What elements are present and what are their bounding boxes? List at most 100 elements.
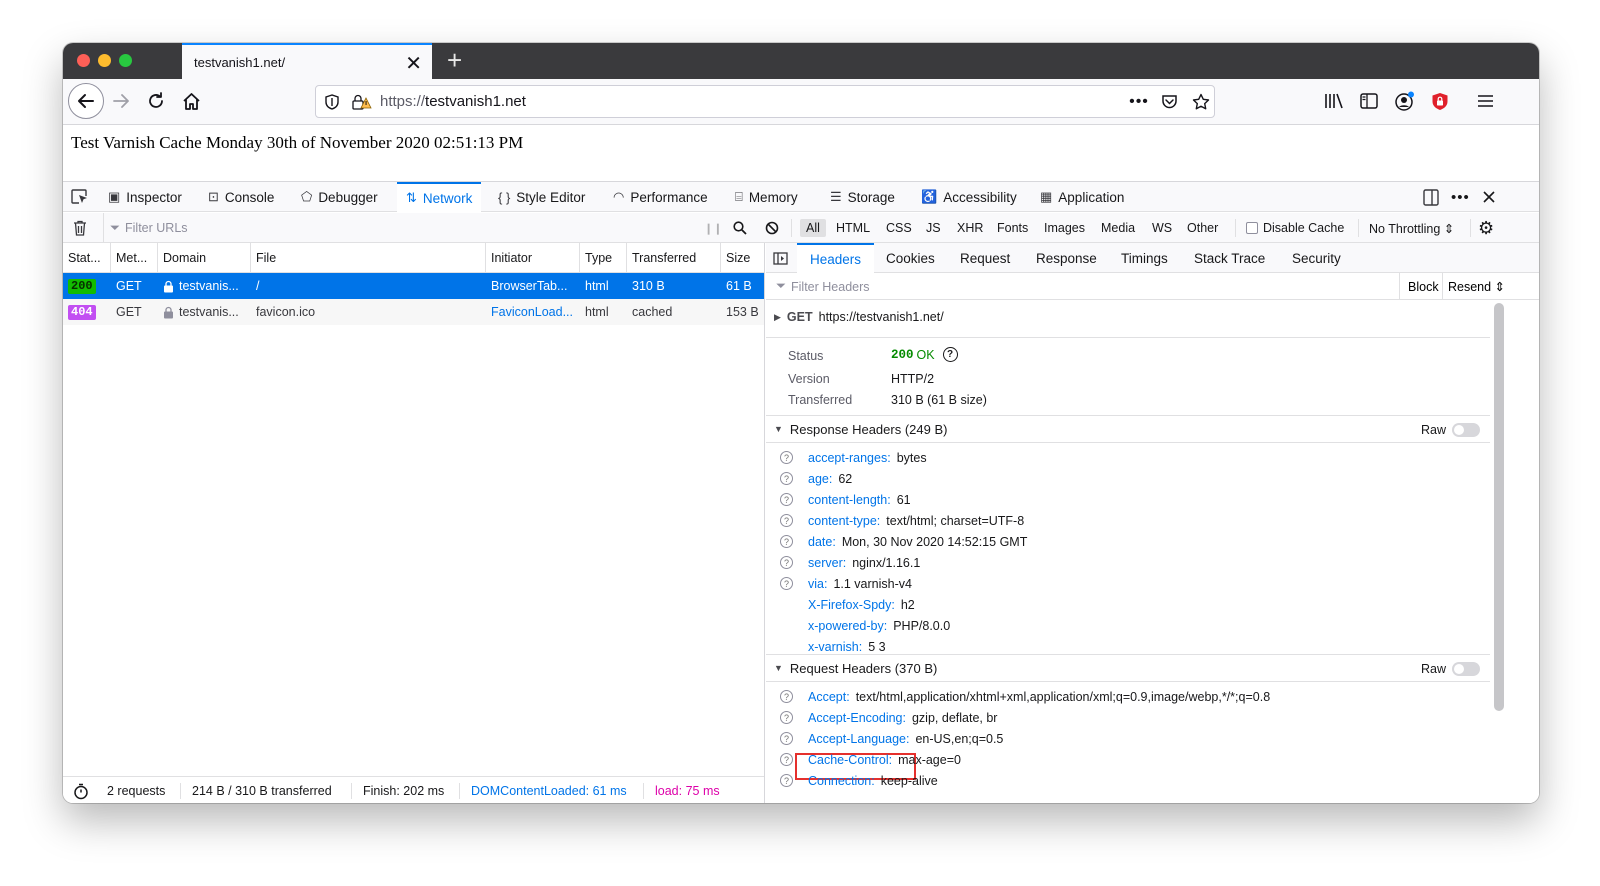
help-question-icon[interactable]: ? xyxy=(780,732,793,745)
request-row[interactable]: 404 GET testvanis... favicon.ico Favicon… xyxy=(63,299,764,325)
menu-button[interactable] xyxy=(1474,90,1496,112)
tab-inspector[interactable]: ▣ Inspector xyxy=(108,182,182,212)
filter-all[interactable]: All xyxy=(800,219,826,237)
header-row[interactable]: ? age: 62 xyxy=(766,468,1490,489)
request-summary[interactable]: ▶ GET https://testvanish1.net/ xyxy=(774,310,944,324)
help-question-icon[interactable]: ? xyxy=(780,556,793,569)
help-question-icon[interactable]: ? xyxy=(780,711,793,724)
filter-urls-input[interactable]: ⏷ Filter URLs xyxy=(103,213,693,243)
url-text[interactable]: https://testvanish1.net xyxy=(380,93,526,110)
tab-console[interactable]: ⊡ Console xyxy=(208,182,274,212)
filter-css[interactable]: CSS xyxy=(886,213,912,243)
request-initiator[interactable]: BrowserTab... xyxy=(486,273,580,299)
zoom-window-button[interactable] xyxy=(119,54,132,67)
ublock-extension-button[interactable] xyxy=(1429,90,1451,112)
header-row[interactable]: ? accept-ranges: bytes xyxy=(766,447,1490,468)
help-question-icon[interactable]: ? xyxy=(780,577,793,590)
tab-storage[interactable]: ☰ Storage xyxy=(830,182,895,212)
header-row[interactable]: ? content-type: text/html; charset=UTF-8 xyxy=(766,510,1490,531)
block-button[interactable]: Block xyxy=(1399,273,1439,300)
help-question-icon[interactable]: ? xyxy=(780,514,793,527)
column-domain[interactable]: Domain xyxy=(158,243,251,273)
filter-fonts[interactable]: Fonts xyxy=(997,213,1028,243)
header-row[interactable]: ? Accept: text/html,application/xhtml+xml,… xyxy=(766,686,1490,707)
tab-security[interactable]: Security xyxy=(1292,243,1341,273)
tab-stack-trace[interactable]: Stack Trace xyxy=(1194,243,1265,273)
tab-request[interactable]: Request xyxy=(960,243,1010,273)
tab-cookies[interactable]: Cookies xyxy=(886,243,935,273)
reload-button[interactable] xyxy=(145,90,167,112)
column-transferred[interactable]: Transferred xyxy=(627,243,721,273)
tab-memory[interactable]: ⌸ Memory xyxy=(735,182,798,212)
minimize-window-button[interactable] xyxy=(98,54,111,67)
column-type[interactable]: Type xyxy=(580,243,627,273)
insecure-lock-icon[interactable] xyxy=(352,94,372,110)
help-question-icon[interactable]: ? xyxy=(780,451,793,464)
request-row[interactable]: 200 GET testvanis... / BrowserTab... htm… xyxy=(63,273,764,299)
filter-media[interactable]: Media xyxy=(1101,213,1135,243)
help-question-icon[interactable]: ? xyxy=(780,493,793,506)
devtools-close-button[interactable] xyxy=(1482,182,1496,212)
throttling-select[interactable]: No Throttling ⇕ xyxy=(1369,213,1454,243)
forward-button[interactable] xyxy=(110,90,132,112)
back-button[interactable] xyxy=(68,83,104,119)
raw-toggle-response[interactable]: Raw xyxy=(1421,416,1480,444)
pause-recording-button[interactable]: ❙❙ xyxy=(704,213,722,243)
help-question-icon[interactable]: ? xyxy=(780,774,793,787)
clear-requests-button[interactable] xyxy=(73,213,87,243)
help-question-icon[interactable]: ? xyxy=(780,690,793,703)
tab-timings[interactable]: Timings xyxy=(1121,243,1168,273)
close-window-button[interactable] xyxy=(77,54,90,67)
column-status[interactable]: Stat... xyxy=(63,243,111,273)
element-picker-button[interactable] xyxy=(71,182,89,212)
home-button[interactable] xyxy=(180,90,202,112)
tab-debugger[interactable]: ⬠ Debugger xyxy=(301,182,378,212)
tab-close-icon[interactable]: ✕ xyxy=(405,51,422,76)
new-tab-button[interactable]: + xyxy=(447,45,462,76)
block-url-button[interactable] xyxy=(765,213,779,243)
toggle-details-panel-button[interactable] xyxy=(773,243,788,273)
request-initiator[interactable]: FaviconLoad... xyxy=(486,299,580,325)
header-row[interactable]: ? Accept-Encoding: gzip, deflate, br xyxy=(766,707,1490,728)
browser-tab[interactable]: testvanish1.net/ ✕ xyxy=(182,43,432,79)
header-row[interactable]: ? Connection: keep-alive xyxy=(766,770,1490,791)
raw-toggle-request[interactable]: Raw xyxy=(1421,655,1480,683)
disable-cache-checkbox[interactable]: Disable Cache xyxy=(1246,213,1344,243)
response-headers-section[interactable]: ▼ Response Headers (249 B) Raw xyxy=(766,415,1490,443)
sidebar-button[interactable] xyxy=(1358,90,1380,112)
details-scrollbar[interactable] xyxy=(1494,303,1504,711)
tab-application[interactable]: ▦ Application xyxy=(1040,182,1124,212)
filter-html[interactable]: HTML xyxy=(836,213,870,243)
dock-side-button[interactable] xyxy=(1423,182,1439,212)
header-row[interactable]: ? content-length: 61 xyxy=(766,489,1490,510)
help-question-icon[interactable]: ? xyxy=(780,753,793,766)
tab-response[interactable]: Response xyxy=(1036,243,1097,273)
bookmark-star-icon[interactable] xyxy=(1190,91,1212,113)
network-settings-gear-icon[interactable]: ⚙ xyxy=(1478,213,1494,243)
filter-xhr[interactable]: XHR xyxy=(957,213,983,243)
shield-icon[interactable] xyxy=(324,94,340,110)
filter-ws[interactable]: WS xyxy=(1152,213,1172,243)
filter-other[interactable]: Other xyxy=(1187,213,1218,243)
filter-images[interactable]: Images xyxy=(1044,213,1085,243)
header-row[interactable]: X-Firefox-Spdy: h2 xyxy=(766,594,1490,615)
filter-js[interactable]: JS xyxy=(926,213,941,243)
header-row[interactable]: ? server: nginx/1.16.1 xyxy=(766,552,1490,573)
column-size[interactable]: Size xyxy=(721,243,765,273)
column-initiator[interactable]: Initiator xyxy=(486,243,580,273)
help-question-icon[interactable]: ? xyxy=(942,347,958,362)
url-bar[interactable]: https://testvanish1.net ••• xyxy=(315,85,1215,118)
header-row[interactable]: ? via: 1.1 varnish-v4 xyxy=(766,573,1490,594)
header-row[interactable]: x-powered-by: PHP/8.0.0 xyxy=(766,615,1490,636)
tab-style-editor[interactable]: { } Style Editor xyxy=(498,182,585,212)
account-button[interactable] xyxy=(1394,90,1416,112)
filter-headers-input[interactable]: ⏷ Filter Headers xyxy=(776,273,870,300)
help-question-icon[interactable]: ? xyxy=(780,535,793,548)
request-headers-section[interactable]: ▼ Request Headers (370 B) Raw xyxy=(766,654,1490,682)
column-file[interactable]: File xyxy=(251,243,486,273)
header-row[interactable]: ? date: Mon, 30 Nov 2020 14:52:15 GMT xyxy=(766,531,1490,552)
devtools-options-icon[interactable]: ••• xyxy=(1451,182,1470,212)
header-row[interactable]: ? Accept-Language: en-US,en;q=0.5 xyxy=(766,728,1490,749)
tab-headers[interactable]: Headers xyxy=(797,243,875,273)
stopwatch-icon[interactable] xyxy=(73,777,89,803)
